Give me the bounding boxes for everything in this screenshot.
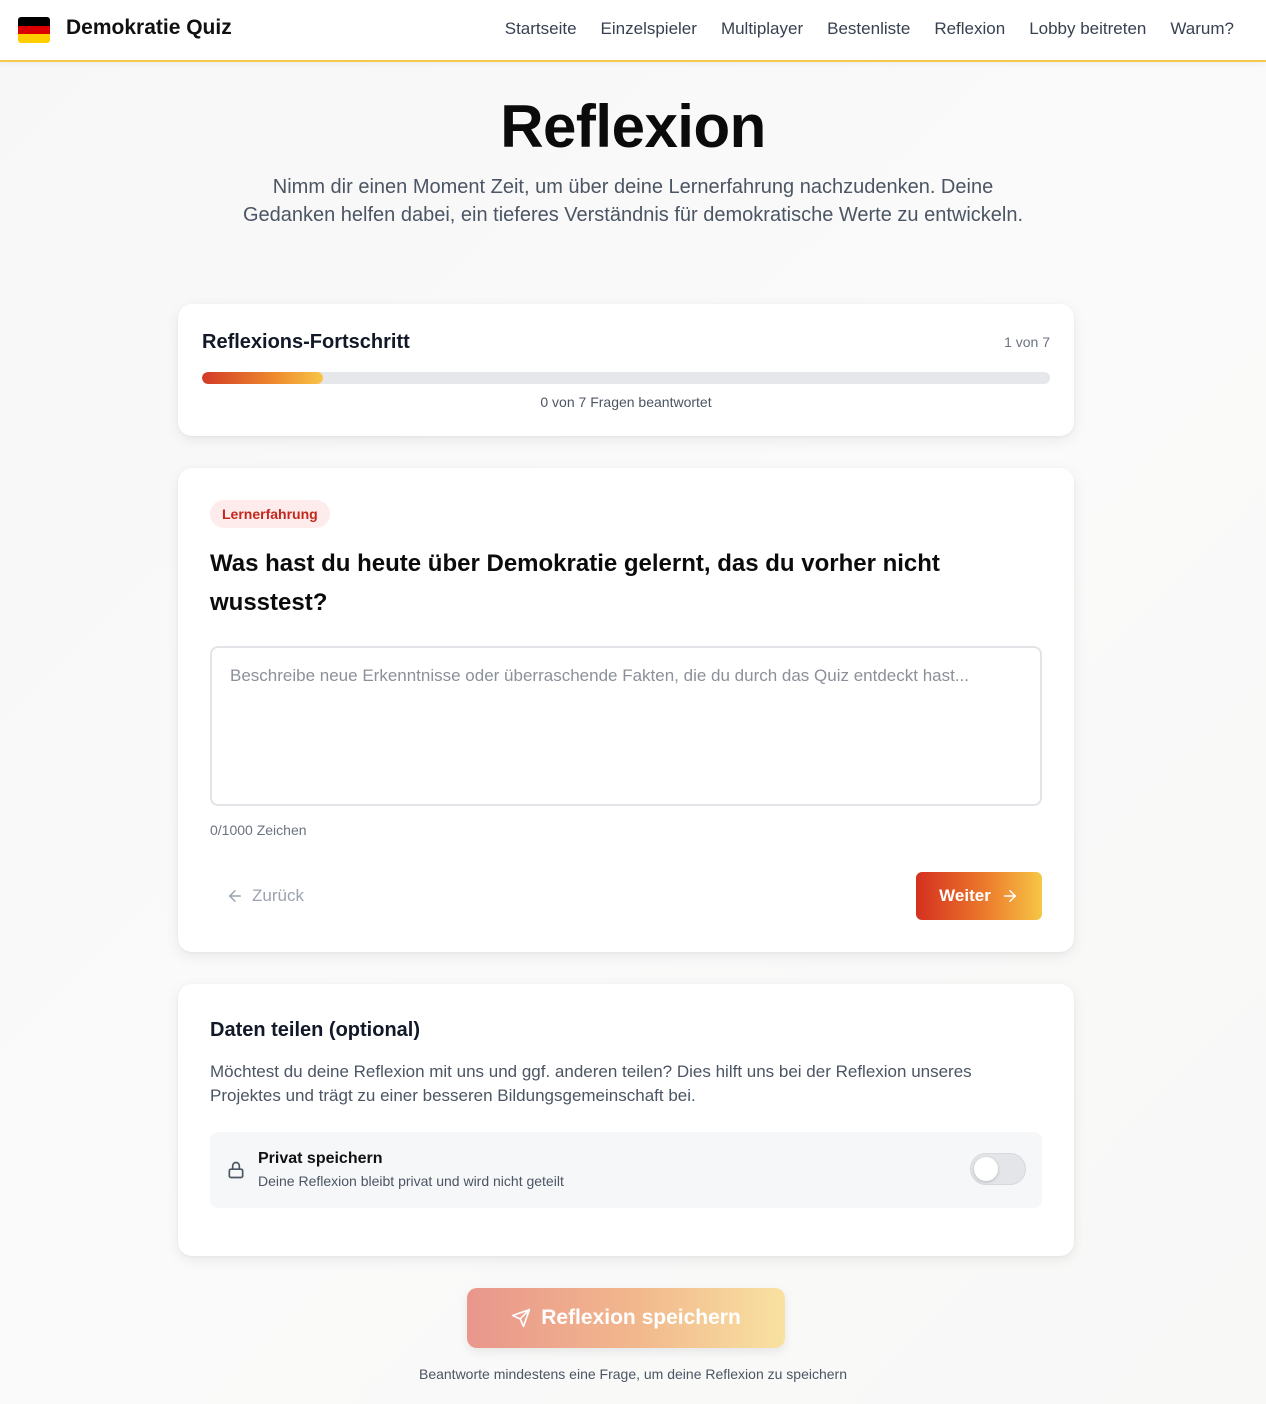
arrow-left-icon bbox=[229, 890, 241, 902]
category-badge: Lernerfahrung bbox=[210, 500, 330, 528]
nav-item-lobby-beitreten[interactable]: Lobby beitreten bbox=[1029, 19, 1146, 39]
nav-item-bestenliste[interactable]: Bestenliste bbox=[827, 19, 910, 39]
main-nav: Startseite Einzelspieler Multiplayer Bes… bbox=[505, 19, 1234, 39]
lock-icon bbox=[228, 1161, 244, 1179]
brand-title[interactable]: Demokratie Quiz bbox=[66, 16, 232, 40]
nav-item-multiplayer[interactable]: Multiplayer bbox=[721, 19, 803, 39]
save-button-label: Reflexion speichern bbox=[541, 1306, 741, 1329]
share-card: Daten teilen (optional) Möchtest du dein… bbox=[178, 984, 1074, 1256]
privacy-subtitle: Deine Reflexion bleibt privat und wird n… bbox=[258, 1173, 564, 1189]
privacy-option: Privat speichern Deine Reflexion bleibt … bbox=[210, 1132, 1042, 1208]
progress-note: 0 von 7 Fragen beantwortet bbox=[540, 394, 712, 410]
nav-item-einzelspieler[interactable]: Einzelspieler bbox=[601, 19, 697, 39]
next-button-label: Weiter bbox=[939, 886, 991, 905]
question-card: Lernerfahrung Was hast du heute über Dem… bbox=[178, 468, 1074, 952]
nav-item-reflexion[interactable]: Reflexion bbox=[934, 19, 1005, 39]
progress-step-count: 1 von 7 bbox=[1004, 334, 1050, 350]
top-navbar: Demokratie Quiz Startseite Einzelspieler… bbox=[0, 0, 1266, 62]
share-description: Möchtest du deine Reflexion mit uns und … bbox=[210, 1062, 972, 1105]
answer-textarea[interactable] bbox=[210, 646, 1042, 806]
question-text: Was hast du heute über Demokratie gelern… bbox=[210, 550, 940, 616]
privacy-title: Privat speichern bbox=[258, 1150, 383, 1167]
flag-stripe-black bbox=[18, 17, 50, 26]
toggle-knob bbox=[974, 1157, 998, 1181]
nav-item-startseite[interactable]: Startseite bbox=[505, 19, 577, 39]
progress-bar bbox=[202, 372, 1050, 384]
send-icon bbox=[512, 1308, 531, 1328]
char-counter: 0/1000 Zeichen bbox=[210, 822, 307, 838]
back-button-label: Zurück bbox=[252, 886, 304, 905]
progress-card: Reflexions-Fortschritt 1 von 7 0 von 7 F… bbox=[178, 304, 1074, 436]
save-reflection-button[interactable]: Reflexion speichern bbox=[467, 1288, 785, 1348]
page-subtitle: Nimm dir einen Moment Zeit, um über dein… bbox=[242, 176, 1024, 226]
back-button[interactable]: Zurück bbox=[226, 884, 304, 908]
arrow-right-icon bbox=[1003, 890, 1016, 902]
share-title: Daten teilen (optional) bbox=[210, 1019, 420, 1041]
progress-title: Reflexions-Fortschritt bbox=[202, 331, 410, 353]
page-title: Reflexion bbox=[500, 93, 766, 160]
save-hint: Beantworte mindestens eine Frage, um dei… bbox=[418, 1366, 848, 1382]
progress-bar-fill bbox=[202, 372, 324, 384]
share-toggle[interactable] bbox=[970, 1153, 1026, 1185]
flag-stripe-red bbox=[18, 25, 50, 35]
nav-item-warum[interactable]: Warum? bbox=[1170, 19, 1234, 39]
german-flag-icon[interactable] bbox=[18, 17, 50, 43]
flag-stripe-gold bbox=[18, 34, 50, 43]
next-button[interactable]: Weiter bbox=[916, 872, 1042, 920]
